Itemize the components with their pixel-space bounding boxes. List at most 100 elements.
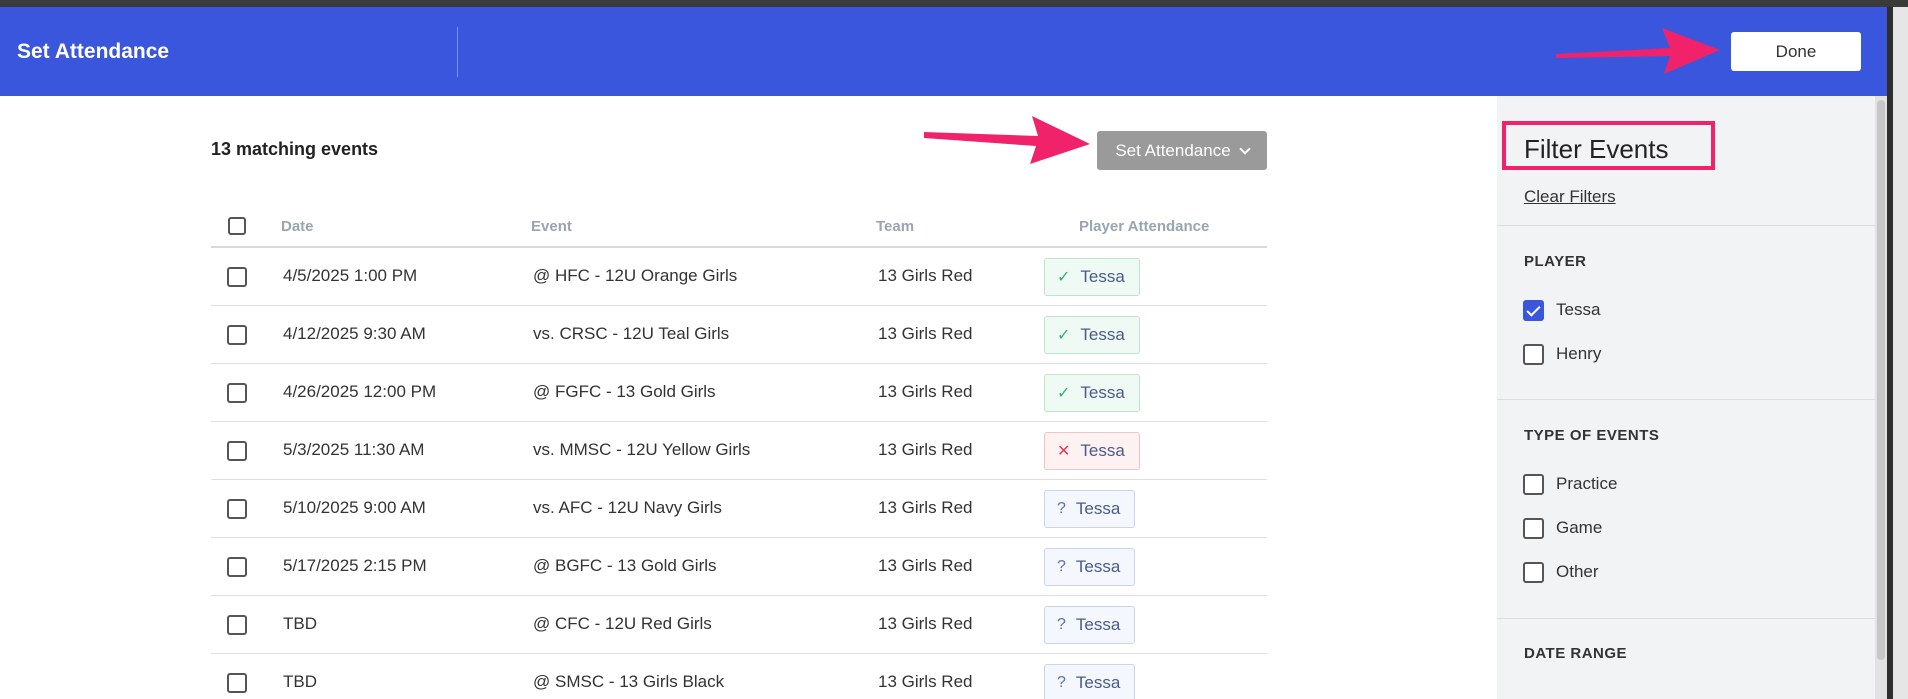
- header-divider: [457, 27, 458, 77]
- event-name: @ BGFC - 13 Gold Girls: [533, 556, 717, 575]
- row-checkbox[interactable]: [227, 499, 247, 519]
- player-name: Tessa: [1075, 499, 1121, 518]
- event-date: 4/5/2025 1:00 PM: [283, 266, 418, 285]
- column-header-team[interactable]: Team: [876, 218, 914, 235]
- event-date: 4/26/2025 12:00 PM: [283, 382, 437, 401]
- option-label: Henry: [1556, 344, 1602, 363]
- question-mark-icon: ?: [1057, 674, 1066, 691]
- question-mark-icon: ?: [1057, 558, 1066, 575]
- filter-type-practice[interactable]: Practice: [1523, 472, 1617, 496]
- sidebar-scrollbar-thumb[interactable]: [1877, 100, 1885, 660]
- table-row[interactable]: 4/5/2025 1:00 PM @ HFC - 12U Orange Girls…: [211, 248, 1267, 306]
- checkbox[interactable]: [1523, 561, 1544, 583]
- player-name: Tessa: [1080, 325, 1125, 344]
- player-name: Tessa: [1080, 383, 1125, 402]
- row-checkbox[interactable]: [227, 615, 247, 635]
- table-header: Date Event Team Player Attendance: [211, 206, 1267, 248]
- attendance-badge[interactable]: ? Tessa: [1044, 664, 1136, 699]
- table-body: 4/5/2025 1:00 PM @ HFC - 12U Orange Girls…: [211, 248, 1267, 699]
- row-checkbox[interactable]: [227, 383, 247, 403]
- event-name: @ FGFC - 13 Gold Girls: [533, 382, 716, 401]
- table-row[interactable]: 4/26/2025 12:00 PM @ FGFC - 13 Gold Girls…: [211, 364, 1267, 422]
- done-button[interactable]: Done: [1731, 32, 1861, 71]
- player-name: Tessa: [1075, 615, 1121, 634]
- row-checkbox[interactable]: [227, 673, 247, 693]
- checkbox[interactable]: [1523, 517, 1544, 539]
- events-table: Date Event Team Player Attendance 4/5/20…: [211, 206, 1267, 699]
- event-name: vs. CRSC - 12U Teal Girls: [533, 324, 730, 343]
- chevron-down-icon: [1238, 142, 1251, 155]
- window-top-strip: [0, 0, 1908, 7]
- match-count: 13 matching events: [211, 139, 379, 159]
- player-name: Tessa: [1080, 267, 1125, 286]
- filter-type-game[interactable]: Game: [1523, 516, 1602, 540]
- event-team: 13 Girls Red: [878, 382, 973, 401]
- attendance-badge[interactable]: ✓ Tessa: [1044, 374, 1140, 412]
- event-team: 13 Girls Red: [878, 498, 973, 517]
- event-name: @ SMSC - 13 Girls Black: [533, 672, 725, 691]
- column-header-event[interactable]: Event: [531, 218, 572, 235]
- column-header-date[interactable]: Date: [281, 218, 314, 235]
- set-attendance-label: Set Attendance: [1115, 140, 1231, 160]
- event-team: 13 Girls Red: [878, 324, 973, 343]
- type-section-heading: TYPE OF EVENTS: [1524, 427, 1660, 444]
- clear-filters-link[interactable]: Clear Filters: [1524, 187, 1616, 207]
- column-header-player-attendance: Player Attendance: [1079, 218, 1210, 235]
- annotation-highlight-box: [1502, 121, 1715, 170]
- table-row[interactable]: 5/3/2025 11:30 AM vs. MMSC - 12U Yellow G…: [211, 422, 1267, 480]
- checkbox[interactable]: [1523, 343, 1544, 365]
- event-date: 4/12/2025 9:30 AM: [283, 324, 426, 343]
- attendance-badge[interactable]: ? Tessa: [1044, 548, 1136, 586]
- question-mark-icon: ?: [1057, 500, 1066, 517]
- option-label: Practice: [1556, 474, 1618, 493]
- event-date: TBD: [283, 614, 317, 633]
- x-mark-icon: ✕: [1057, 443, 1071, 460]
- filter-sidebar: Filter Events Clear Filters PLAYER Tessa…: [1497, 96, 1875, 699]
- row-checkbox[interactable]: [227, 325, 247, 345]
- table-row[interactable]: TBD @ CFC - 12U Red Girls 13 Girls Red? Tes…: [211, 596, 1267, 654]
- player-section-heading: PLAYER: [1524, 253, 1587, 270]
- event-team: 13 Girls Red: [878, 266, 973, 285]
- row-checkbox[interactable]: [227, 267, 247, 287]
- player-name: Tessa: [1075, 673, 1121, 692]
- date-range-section-heading: DATE RANGE: [1524, 645, 1628, 662]
- event-team: 13 Girls Red: [878, 672, 973, 691]
- question-mark-icon: ?: [1057, 616, 1066, 633]
- checkmark-icon: ✓: [1057, 269, 1071, 286]
- page-title: Set Attendance: [17, 40, 170, 63]
- option-label: Other: [1556, 562, 1599, 581]
- table-row[interactable]: TBD @ SMSC - 13 Girls Black 13 Girls Red? T…: [211, 654, 1267, 699]
- filter-player-henry[interactable]: Henry: [1523, 342, 1601, 366]
- checkmark-icon: ✓: [1057, 385, 1071, 402]
- checkbox[interactable]: [1523, 473, 1544, 495]
- filter-type-other[interactable]: Other: [1523, 560, 1599, 584]
- events-panel: 13 matching events Set Attendance Date E…: [0, 96, 1497, 699]
- attendance-badge[interactable]: ✓ Tessa: [1044, 258, 1140, 296]
- event-date: 5/10/2025 9:00 AM: [283, 498, 426, 517]
- attendance-badge[interactable]: ? Tessa: [1044, 606, 1136, 644]
- table-row[interactable]: 5/17/2025 2:15 PM @ BGFC - 13 Gold Girls 1…: [211, 538, 1267, 596]
- table-row[interactable]: 5/10/2025 9:00 AM vs. AFC - 12U Navy Girl…: [211, 480, 1267, 538]
- checkbox[interactable]: [1523, 299, 1544, 321]
- row-checkbox[interactable]: [227, 557, 247, 577]
- attendance-badge[interactable]: ✕ Tessa: [1044, 432, 1140, 470]
- attendance-badge[interactable]: ? Tessa: [1044, 490, 1136, 528]
- option-label: Game: [1556, 518, 1603, 537]
- annotation-arrow-set-attendance: [924, 116, 1090, 164]
- annotation-arrow-done: [1556, 28, 1720, 74]
- select-all-checkbox[interactable]: [228, 217, 246, 235]
- window-scroll-track: [1893, 7, 1908, 699]
- table-row[interactable]: 4/12/2025 9:30 AM vs. CRSC - 12U Teal Gir…: [211, 306, 1267, 364]
- player-name: Tessa: [1080, 441, 1125, 460]
- divider: [1497, 225, 1875, 226]
- event-name: vs. AFC - 12U Navy Girls: [533, 498, 722, 517]
- option-label: Tessa: [1556, 300, 1601, 319]
- filter-player-tessa[interactable]: Tessa: [1523, 298, 1600, 322]
- set-attendance-dropdown-button[interactable]: Set Attendance: [1097, 131, 1267, 170]
- row-checkbox[interactable]: [227, 441, 247, 461]
- attendance-badge[interactable]: ✓ Tessa: [1044, 316, 1140, 354]
- event-name: @ HFC - 12U Orange Girls: [533, 266, 738, 285]
- event-date: 5/3/2025 11:30 AM: [283, 440, 425, 459]
- event-team: 13 Girls Red: [878, 614, 973, 633]
- event-team: 13 Girls Red: [878, 440, 973, 459]
